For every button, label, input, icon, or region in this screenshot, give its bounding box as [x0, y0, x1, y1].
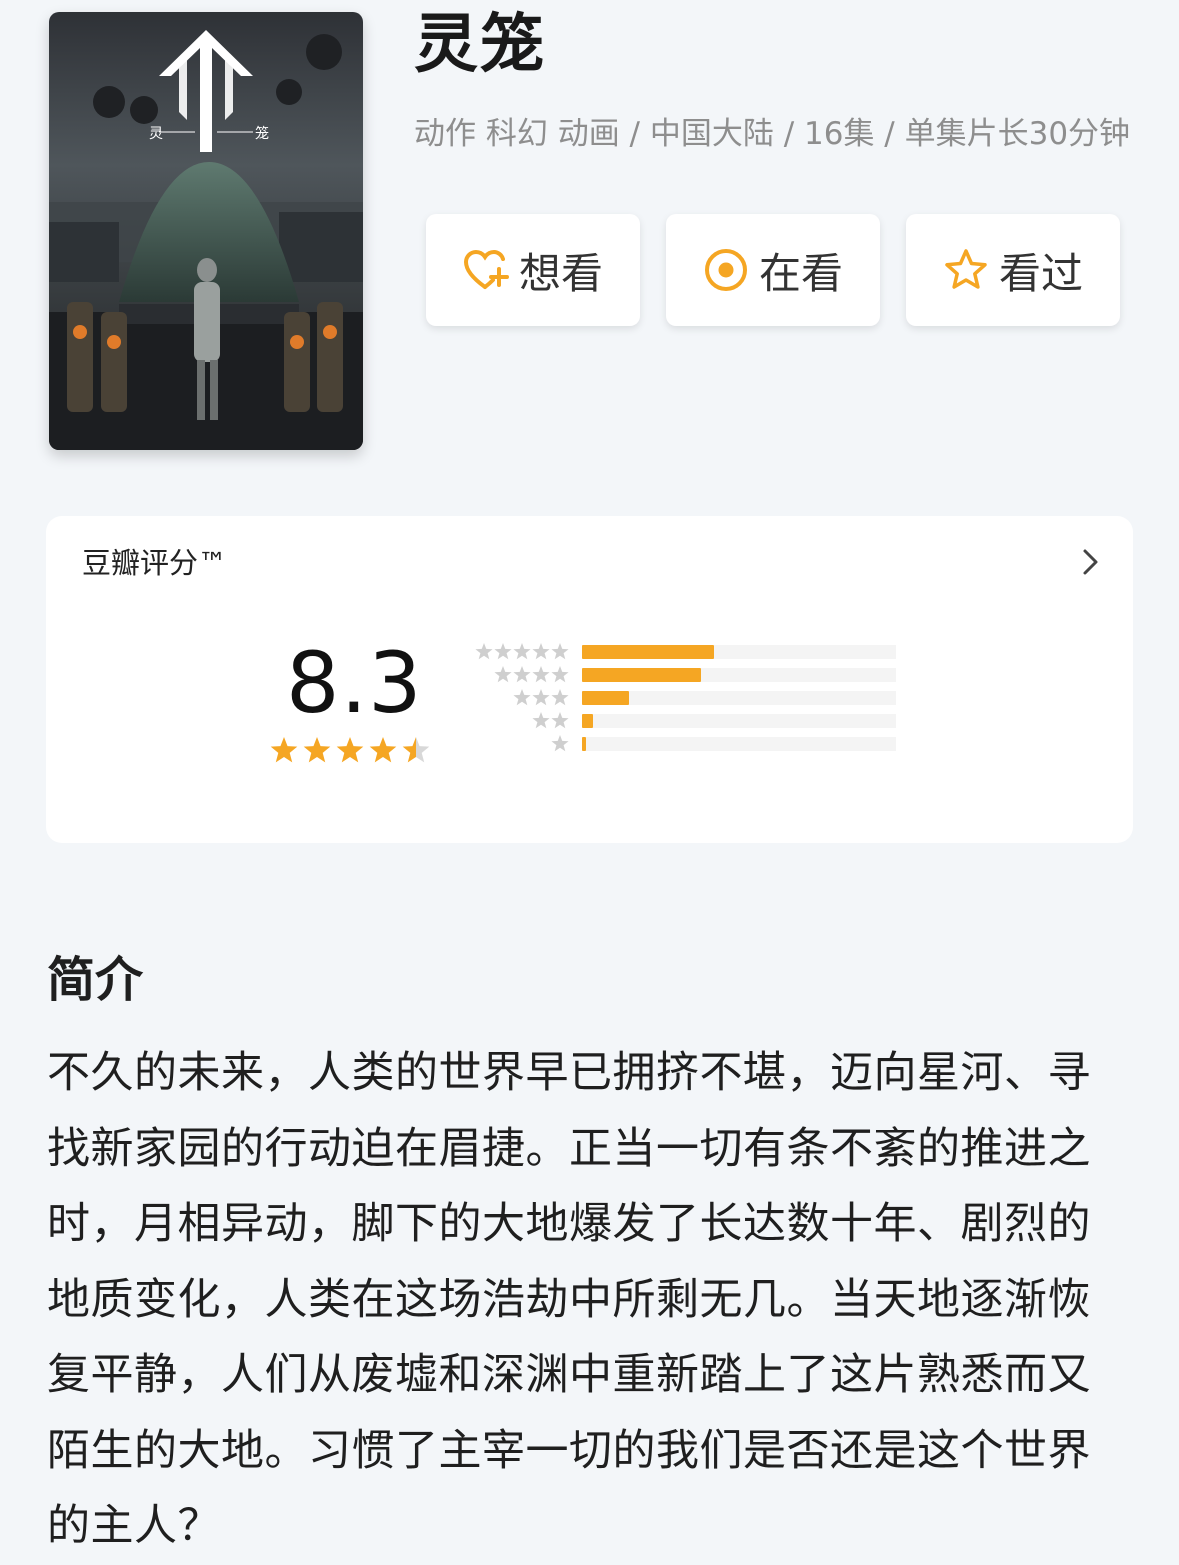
rating-row-star: [532, 643, 550, 660]
rating-row-star: [494, 666, 512, 683]
rating-bar-fill: [582, 668, 702, 682]
rating-row-star: [532, 666, 550, 683]
rating-row-star: [551, 643, 569, 660]
score-star: [270, 737, 298, 763]
rating-row-star: [551, 689, 569, 706]
rating-row-star: [513, 689, 531, 706]
rating-score: 8.3: [286, 634, 423, 732]
chevron-right-icon[interactable]: [1081, 546, 1101, 578]
rating-bar-track: [582, 668, 896, 682]
rating-bar-fill: [582, 691, 630, 705]
watched-button[interactable]: 看过: [906, 214, 1120, 326]
rating-bar-fill: [582, 645, 714, 659]
rating-row-stars: [475, 643, 569, 660]
rating-row-3-star: [470, 686, 900, 709]
rating-bar-fill: [582, 714, 593, 728]
poster-image[interactable]: 灵 笼: [49, 12, 363, 450]
score-stars: [270, 737, 430, 763]
rating-row-star: [551, 712, 569, 729]
poster-logo-right-char: 笼: [255, 125, 269, 142]
rating-row-stars: [513, 689, 569, 706]
rating-row-star: [551, 666, 569, 683]
poster-logo-left-char: 灵: [149, 126, 163, 142]
score-star: [369, 737, 397, 763]
rating-row-1-star: [470, 732, 900, 755]
rating-row-stars: [532, 712, 569, 729]
rating-row-5-star: [470, 640, 900, 663]
rating-row-stars: [551, 735, 569, 752]
star-outline-icon: [945, 249, 987, 289]
rating-bar-track: [582, 691, 896, 705]
rating-card-title: 豆瓣评分™: [82, 546, 228, 580]
watching-button[interactable]: 在看: [666, 214, 880, 326]
rating-row-star: [532, 712, 550, 729]
meta-info: 动作 科幻 动画 / 中国大陆 / 16集 / 单集片长30分钟: [414, 116, 1131, 152]
rating-row-star: [532, 689, 550, 706]
rating-row-star: [494, 643, 512, 660]
rating-row-star: [551, 735, 569, 752]
want-to-watch-label: 想看: [518, 248, 603, 298]
rating-bar-track: [582, 737, 896, 751]
rating-row-stars: [494, 666, 569, 683]
score-star: [402, 737, 430, 763]
poster-artwork: 灵 笼: [49, 12, 363, 450]
score-star: [336, 737, 364, 763]
rating-row-star: [513, 666, 531, 683]
rating-bar-track: [582, 714, 896, 728]
rating-row-2-star: [470, 709, 900, 732]
want-to-watch-button[interactable]: 想看: [426, 214, 640, 326]
rating-distribution: [470, 640, 900, 755]
rating-row-star: [475, 643, 493, 660]
intro-heading: 简介: [47, 952, 144, 1008]
rating-bar-track: [582, 645, 896, 659]
watching-label: 在看: [758, 248, 843, 298]
target-icon: [704, 249, 747, 291]
heart-plus-icon: [463, 249, 509, 289]
intro-text: 不久的未来，人类的世界早已拥挤不堪，迈向星河、寻找新家园的行动迫在眉捷。正当一切…: [47, 1048, 1091, 1551]
rating-bar-fill: [582, 737, 586, 751]
rating-row-4-star: [470, 663, 900, 686]
rating-row-star: [513, 643, 531, 660]
watched-label: 看过: [998, 248, 1083, 298]
page-title: 灵笼: [414, 8, 546, 82]
score-star: [303, 737, 331, 763]
rating-card[interactable]: 豆瓣评分™ 8.3: [46, 516, 1133, 843]
